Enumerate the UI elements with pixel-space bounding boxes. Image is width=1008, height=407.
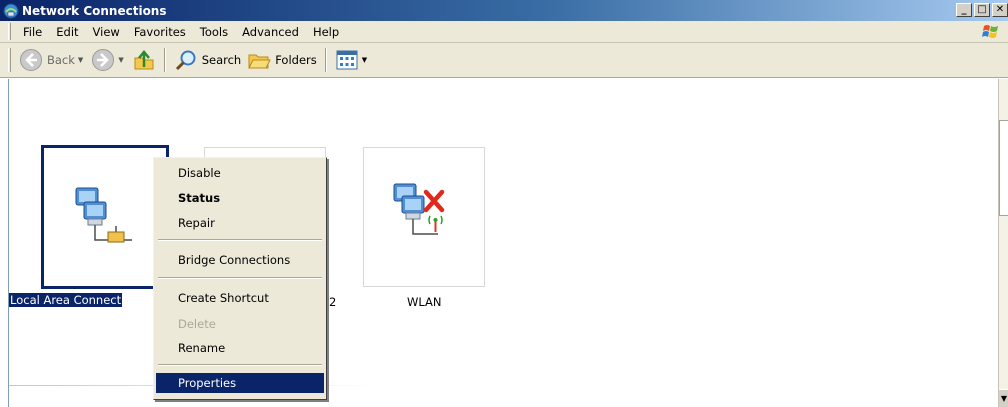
scrollbar-thumb[interactable] <box>999 120 1008 216</box>
back-button[interactable]: Back ▼ <box>16 46 88 74</box>
search-button[interactable]: Search <box>171 46 245 74</box>
menu-separator <box>158 277 322 279</box>
menu-advanced[interactable]: Advanced <box>235 25 306 39</box>
menu-item-create-shortcut[interactable]: Create Shortcut <box>156 288 324 308</box>
menu-item-bridge-connections[interactable]: Bridge Connections <box>156 250 324 270</box>
folders-button[interactable]: Folders <box>244 46 320 74</box>
menu-item-disable[interactable]: Disable <box>156 163 324 183</box>
window-title: Network Connections <box>22 3 167 18</box>
views-icon <box>336 50 358 70</box>
menu-item-status[interactable]: Status <box>156 188 324 208</box>
menu-item-repair[interactable]: Repair <box>156 213 324 233</box>
network-connections-icon <box>3 3 19 18</box>
views-button[interactable]: ▼ <box>332 46 372 74</box>
lan-connection-icon <box>75 187 132 243</box>
up-folder-button[interactable] <box>129 46 159 74</box>
back-dropdown-icon[interactable]: ▼ <box>78 56 83 64</box>
wireless-disconnected-icon <box>393 183 445 235</box>
connection-label-wlan[interactable]: WLAN <box>407 295 442 309</box>
windows-logo-icon <box>982 25 998 38</box>
context-menu: Disable Status Repair Bridge Connections… <box>153 157 327 400</box>
connection-tile-local-area[interactable] <box>41 145 169 289</box>
menu-view[interactable]: View <box>86 25 127 39</box>
forward-dropdown-icon[interactable]: ▼ <box>118 56 123 64</box>
menu-separator <box>158 239 322 241</box>
maximize-button[interactable]: □ <box>974 3 990 17</box>
menu-bar: File Edit View Favorites Tools Advanced … <box>0 21 1008 43</box>
toolbar-separator <box>163 48 166 72</box>
menu-help[interactable]: Help <box>306 25 346 39</box>
search-icon <box>175 50 196 71</box>
menu-item-properties[interactable]: Properties <box>156 373 324 393</box>
forward-arrow-icon <box>92 49 115 71</box>
menu-item-delete: Delete <box>178 317 216 331</box>
menu-item-rename[interactable]: Rename <box>156 338 324 358</box>
toolbar-separator <box>324 48 327 72</box>
connection-tile-wlan[interactable] <box>363 147 485 287</box>
search-label: Search <box>201 53 242 67</box>
views-dropdown-icon[interactable]: ▼ <box>362 56 367 64</box>
back-arrow-icon <box>20 49 42 71</box>
folders-label: Folders <box>275 53 317 67</box>
menubar-grip[interactable] <box>8 23 11 40</box>
scroll-down-icon[interactable]: ▼ <box>999 389 1008 407</box>
toolbar-grip[interactable] <box>8 48 11 72</box>
vertical-scrollbar[interactable]: ▼ <box>998 79 1008 407</box>
title-bar[interactable]: Network Connections _ □ ✕ <box>0 0 1008 21</box>
close-button[interactable]: ✕ <box>992 3 1008 17</box>
connection-label-local-area[interactable]: Local Area Connect <box>9 293 123 307</box>
forward-button[interactable]: ▼ <box>88 46 128 74</box>
standard-toolbar: Back ▼ ▼ Search Folders ▼ <box>0 43 1008 78</box>
minimize-button[interactable]: _ <box>956 3 972 17</box>
back-label: Back <box>47 53 75 67</box>
menu-tools[interactable]: Tools <box>193 25 235 39</box>
connection-label-2[interactable]: 2 <box>329 295 336 309</box>
menu-edit[interactable]: Edit <box>49 25 85 39</box>
up-folder-icon <box>134 50 154 70</box>
menu-separator <box>158 364 322 366</box>
menu-favorites[interactable]: Favorites <box>127 25 193 39</box>
folders-icon <box>248 54 272 69</box>
menu-file[interactable]: File <box>16 25 49 39</box>
